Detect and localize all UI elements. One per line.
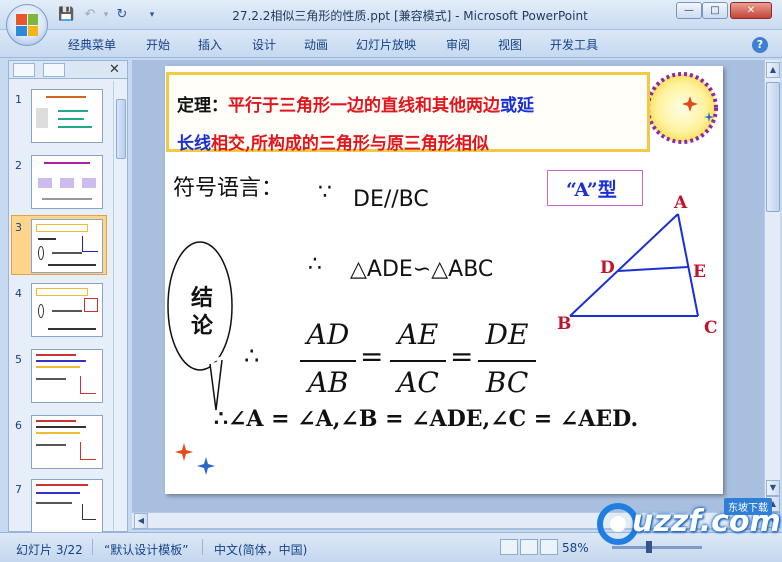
scroll-up-icon[interactable]: ▲ (766, 62, 780, 78)
symbol-language-label: 符号语言： (173, 176, 284, 201)
fraction-numerator: DE (485, 318, 529, 351)
conclusion-label: 结论 (190, 285, 213, 339)
pane-tabs: ✕ (9, 61, 127, 79)
premise-text: DE//BC (353, 187, 429, 212)
ribbon-tabs: 经典菜单 开始 插入 设计 动画 幻灯片放映 审阅 视图 开发工具 ? (0, 30, 782, 58)
tab-developer[interactable]: 开发工具 (550, 36, 598, 53)
undo-icon[interactable]: ↶ (82, 7, 98, 23)
fraction-numerator: AD (306, 318, 350, 351)
maximize-button[interactable]: □ (702, 2, 728, 19)
undo-dropdown-icon[interactable]: ▾ (98, 7, 114, 23)
title-bar: 💾 ↶ ▾ ↻ ▾ 27.2.2相似三角形的性质.ppt [兼容模式] - Mi… (0, 0, 782, 30)
slide-thumbnail-2[interactable] (31, 155, 103, 209)
tab-view[interactable]: 视图 (498, 36, 522, 53)
close-button[interactable]: ✕ (730, 2, 772, 19)
redo-icon[interactable]: ↻ (114, 7, 130, 23)
slide-sorter-button[interactable] (520, 539, 538, 555)
fraction-numerator: AE (397, 318, 439, 351)
tab-outline[interactable] (43, 63, 65, 77)
fraction-de-bc: DE BC (478, 318, 536, 404)
tab-classic-menu[interactable]: 经典菜单 (68, 36, 116, 53)
angle-equalities: ∴∠A = ∠A,∠B = ∠ADE,∠C = ∠AED. (214, 406, 639, 432)
fraction-ad-ab: AD AB (300, 318, 356, 404)
a-type-label: “A”型 (566, 179, 617, 201)
therefore-symbol: ∴ (244, 342, 260, 370)
save-icon[interactable]: 💾 (58, 7, 74, 23)
thumbnail-number: 5 (15, 353, 22, 366)
tab-review[interactable]: 审阅 (446, 36, 470, 53)
fraction-denominator: BC (485, 366, 529, 399)
sparkle-icon (682, 96, 714, 122)
vertex-label-d: D (600, 258, 615, 278)
thumbnail-number: 1 (15, 93, 22, 106)
template-name: “默认设计模板” (104, 543, 189, 557)
therefore-symbol: ∴ (308, 252, 322, 277)
vertical-scrollbar[interactable]: ▲ ▼ ▲ ▼ (764, 60, 780, 530)
window-title: 27.2.2相似三角形的性质.ppt [兼容模式] - Microsoft Po… (232, 9, 588, 23)
scroll-left-icon[interactable]: ◀ (134, 513, 148, 529)
slide-thumbnail-7[interactable] (31, 479, 103, 533)
tab-insert[interactable]: 插入 (198, 36, 222, 53)
thumbnail-scrollbar[interactable] (113, 81, 127, 531)
fraction-ae-ac: AE AC (390, 318, 446, 404)
watermark-badge: 东坡下载 (724, 498, 772, 515)
similarity-statement: △ADE∽△ABC (350, 257, 494, 282)
language-status[interactable]: 中文(简体，中国) (214, 541, 307, 558)
vertex-label-c: C (704, 318, 718, 338)
equals-sign: = (450, 340, 474, 373)
fraction-denominator: AB (307, 366, 349, 399)
theorem-text: 平行于三角形一边的直线和其他两边 (228, 96, 500, 116)
thumbnail-scroll-thumb[interactable] (116, 99, 126, 159)
theorem-box: 定理：平行于三角形一边的直线和其他两边或延 长线相交,所构成的三角形与原三角形相… (166, 72, 650, 154)
because-symbol: ∵ (318, 180, 332, 205)
thumbnail-number: 4 (15, 287, 22, 300)
thumbnail-number: 3 (15, 221, 22, 234)
thumbnail-number: 7 (15, 483, 22, 496)
tab-slides[interactable] (13, 63, 35, 77)
close-pane-icon[interactable]: ✕ (109, 62, 120, 77)
thumbnail-number: 2 (15, 159, 22, 172)
scroll-down-icon[interactable]: ▼ (766, 480, 780, 496)
vertical-scroll-thumb[interactable] (766, 82, 780, 212)
tab-animation[interactable]: 动画 (304, 36, 328, 53)
theorem-label: 定理： (177, 96, 228, 116)
fraction-bar (390, 360, 446, 362)
slide-thumbnail-pane: ✕ 1 2 3 4 5 6 7 (8, 60, 128, 533)
slide-thumbnail-5[interactable] (31, 349, 103, 403)
slide-thumbnail-1[interactable] (31, 89, 103, 143)
help-icon[interactable]: ? (752, 37, 768, 53)
fraction-denominator: AC (397, 366, 439, 399)
tab-home[interactable]: 开始 (146, 36, 170, 53)
office-logo-icon (16, 14, 38, 36)
vertex-label-e: E (693, 262, 706, 282)
theorem-text: 相交,所构成的三角形与原三角形相似 (211, 134, 489, 154)
slide-counter: 幻灯片 3/22 (16, 543, 83, 557)
slide-thumbnail-6[interactable] (31, 415, 103, 469)
tab-design[interactable]: 设计 (252, 36, 276, 53)
office-button[interactable] (6, 4, 48, 46)
theorem-line-2: 长线相交,所构成的三角形与原三角形相似 (177, 129, 489, 154)
vertex-label-b: B (557, 314, 572, 334)
vertex-label-a: A (674, 193, 688, 213)
fraction-bar (300, 360, 356, 362)
normal-view-button[interactable] (500, 539, 518, 555)
customize-toolbar-icon[interactable]: ▾ (144, 7, 160, 23)
triangle-figure (569, 213, 699, 317)
theorem-text-blue: 或延 (500, 96, 534, 116)
separator (92, 539, 93, 555)
theorem-line-1: 定理：平行于三角形一边的直线和其他两边或延 (177, 91, 534, 116)
theorem-text-blue: 长线 (177, 134, 211, 154)
separator (202, 539, 203, 555)
tab-slideshow[interactable]: 幻灯片放映 (356, 36, 416, 53)
slideshow-button[interactable] (540, 539, 558, 555)
minimize-button[interactable]: — (676, 2, 702, 19)
slide-thumbnail-3-selected[interactable] (31, 219, 103, 273)
watermark-logo: uzzf.com 东坡下载 (596, 496, 781, 552)
slide-thumbnail-4[interactable] (31, 283, 103, 337)
thumbnail-number: 6 (15, 419, 22, 432)
sparkle-icon (175, 443, 215, 475)
equals-sign: = (360, 340, 384, 373)
zoom-level[interactable]: 58% (562, 541, 589, 555)
fraction-bar (478, 360, 536, 362)
